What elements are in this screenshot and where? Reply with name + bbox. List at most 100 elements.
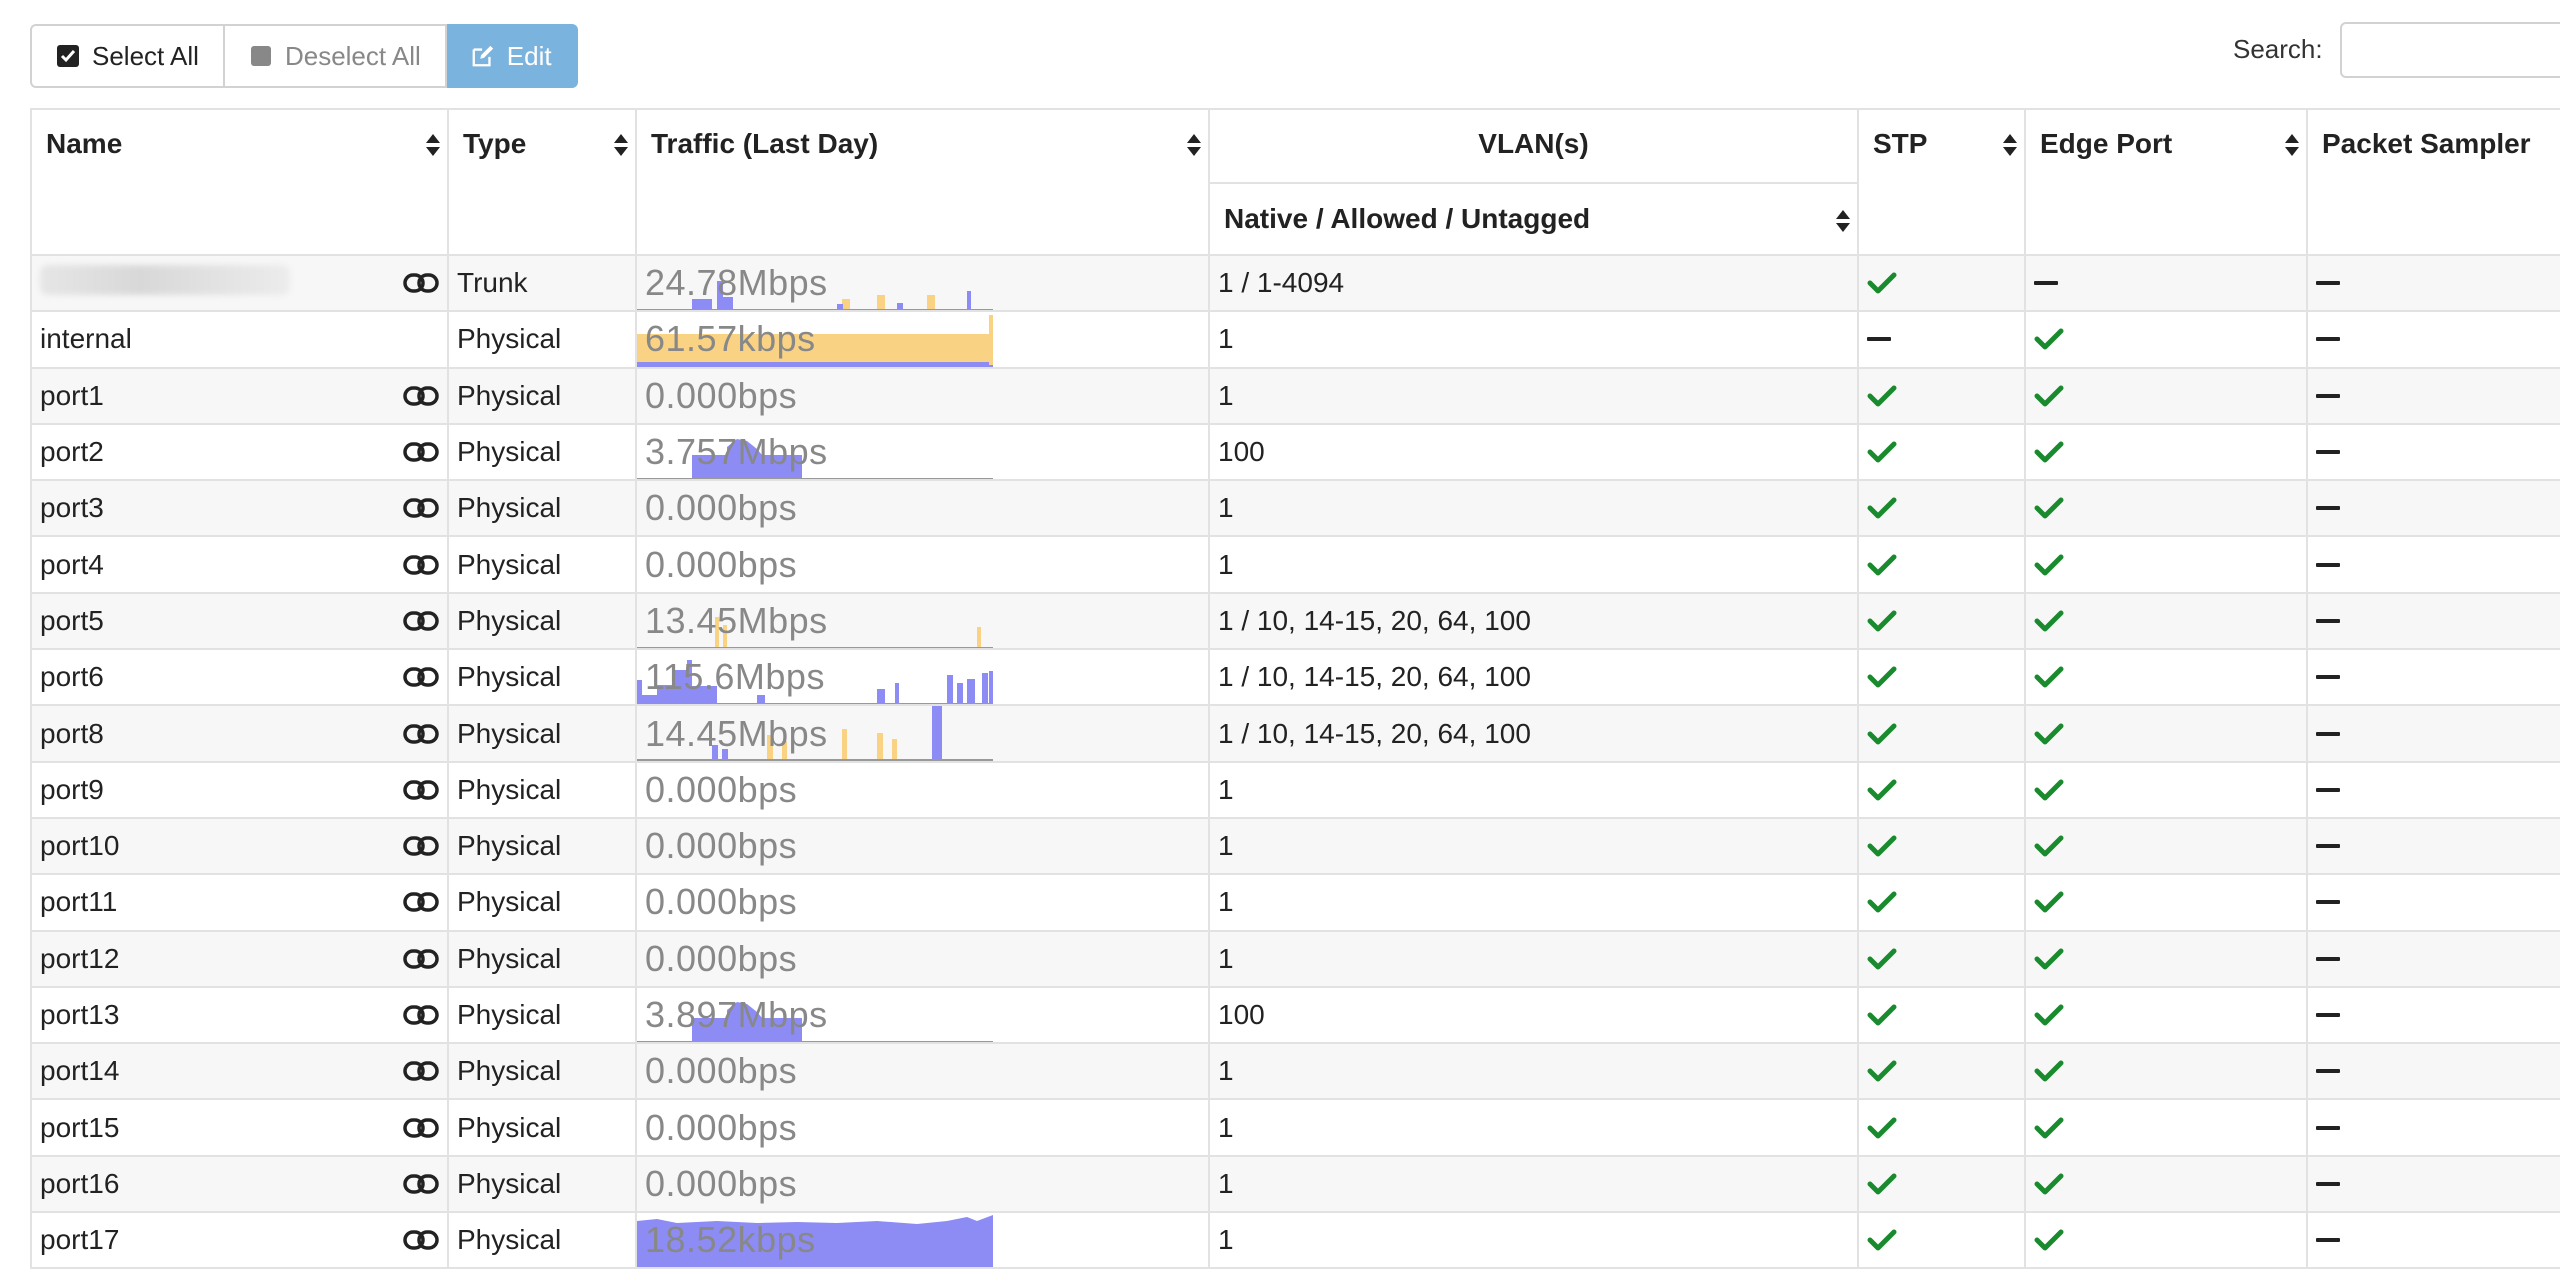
- interface-name[interactable]: port13: [40, 999, 119, 1030]
- interface-name[interactable]: port5: [40, 605, 104, 636]
- interface-name[interactable]: port12: [40, 943, 119, 974]
- table-row[interactable]: port8 Physical 14.45Mbps 1 / 10, 14-15, 20,…: [30, 704, 2560, 763]
- interface-name[interactable]: port8: [40, 718, 104, 749]
- cell-traffic: 115.6Mbps: [635, 648, 1210, 707]
- link-icon: [403, 442, 439, 462]
- interface-name[interactable]: port1: [40, 380, 104, 411]
- cell-stp: [1857, 985, 2026, 1045]
- column-header-packet-sampler[interactable]: Packet Sampler: [2306, 108, 2560, 256]
- deselect-all-button[interactable]: Deselect All: [224, 24, 447, 88]
- table-row[interactable]: internal Physical 61.57kbps 1: [30, 310, 2560, 369]
- check-icon: [2034, 723, 2064, 745]
- interface-name[interactable]: port11: [40, 886, 117, 917]
- cell-type: Physical: [447, 873, 637, 932]
- dash-icon: [2316, 450, 2340, 455]
- check-icon: [2034, 1060, 2064, 1082]
- link-icon: [403, 554, 439, 575]
- column-header-traffic[interactable]: Traffic (Last Day): [635, 108, 1210, 256]
- interface-name[interactable]: port17: [40, 1224, 119, 1255]
- check-icon: [1867, 1117, 1897, 1139]
- cell-packet-sampler: [2306, 704, 2560, 763]
- dash-icon: [2316, 506, 2340, 511]
- cell-vlans: 1: [1208, 479, 1859, 538]
- column-header-vlans-sub[interactable]: Native / Allowed / Untagged: [1208, 182, 1859, 256]
- dash-icon: [2316, 1181, 2340, 1186]
- table-row[interactable]: port10 Physical 0.000bps 1: [30, 816, 2560, 876]
- edit-label: Edit: [506, 40, 552, 71]
- cell-edge-port: [2024, 1154, 2308, 1214]
- cell-traffic: 0.000bps: [635, 873, 1210, 932]
- table-row[interactable]: port3 Physical 0.000bps 1: [30, 479, 2560, 538]
- cell-stp: [1857, 929, 2026, 988]
- cell-type: Physical: [447, 366, 637, 425]
- interface-name[interactable]: port15: [40, 1112, 119, 1143]
- cell-name: port11: [30, 873, 449, 932]
- cell-edge-port: [2024, 479, 2308, 538]
- cell-vlans: 1 / 10, 14-15, 20, 64, 100: [1208, 648, 1859, 707]
- traffic-value: 0.000bps: [645, 1106, 798, 1148]
- cell-edge-port: [2024, 816, 2308, 876]
- cell-packet-sampler: [2306, 535, 2560, 594]
- dash-icon: [2316, 787, 2340, 792]
- check-icon: [1867, 385, 1897, 407]
- check-icon: [1867, 1229, 1897, 1251]
- search-label: Search:: [2233, 34, 2323, 64]
- table-row[interactable]: port5 Physical 13.45Mbps 1 / 10, 14-15, 20,…: [30, 591, 2560, 651]
- check-icon: [2034, 441, 2064, 463]
- interface-name[interactable]: port9: [40, 774, 104, 805]
- table-row[interactable]: port6 Physical 115.6Mbps 1 / 10, 14-15, 20,…: [30, 648, 2560, 707]
- table-row[interactable]: port4 Physical 0.000bps 1: [30, 535, 2560, 594]
- table-row[interactable]: Trunk 24.78Mbps 1 / 1-4094: [30, 253, 2560, 313]
- search-input[interactable]: [2340, 22, 2560, 78]
- check-icon: [1867, 1004, 1897, 1026]
- interface-name[interactable]: internal: [40, 323, 132, 354]
- cell-packet-sampler: [2306, 1042, 2560, 1101]
- check-icon: [1867, 497, 1897, 519]
- sort-icon: [2003, 134, 2017, 156]
- table-row[interactable]: port17 Physical 18.52kbps 1: [30, 1211, 2560, 1270]
- table-row[interactable]: port16 Physical 0.000bps 1: [30, 1154, 2560, 1214]
- column-header-stp[interactable]: STP: [1857, 108, 2026, 256]
- check-icon: [2034, 891, 2064, 913]
- table-row[interactable]: port12 Physical 0.000bps 1: [30, 929, 2560, 988]
- table-row[interactable]: port2 Physical 3.757Mbps 100: [30, 422, 2560, 482]
- traffic-value: 18.52kbps: [645, 1219, 816, 1261]
- link-icon: [403, 1230, 439, 1250]
- table-row[interactable]: port11 Physical 0.000bps 1: [30, 873, 2560, 932]
- interface-name[interactable]: port6: [40, 661, 104, 692]
- interface-name[interactable]: port3: [40, 492, 104, 523]
- cell-edge-port: [2024, 760, 2308, 819]
- cell-type: Trunk: [447, 253, 637, 313]
- check-icon: [1867, 554, 1897, 576]
- link-icon: [403, 1117, 439, 1138]
- edit-button[interactable]: Edit: [446, 24, 578, 88]
- cell-type: Physical: [447, 1098, 637, 1157]
- table-row[interactable]: port13 Physical 3.897Mbps 100: [30, 985, 2560, 1045]
- cell-stp: [1857, 704, 2026, 763]
- select-all-button[interactable]: Select All: [30, 24, 225, 88]
- column-header-name[interactable]: Name: [30, 108, 449, 256]
- sort-icon: [1836, 210, 1850, 232]
- column-header-edge-port[interactable]: Edge Port: [2024, 108, 2308, 256]
- dash-icon: [2316, 1125, 2340, 1130]
- cell-stp: [1857, 422, 2026, 482]
- cell-name: port6: [30, 648, 449, 707]
- dash-icon: [2316, 281, 2340, 286]
- cell-stp: [1857, 1098, 2026, 1157]
- sort-icon: [1187, 134, 1201, 156]
- table-row[interactable]: port1 Physical 0.000bps 1: [30, 366, 2560, 425]
- table-row[interactable]: port9 Physical 0.000bps 1: [30, 760, 2560, 819]
- interface-name[interactable]: port10: [40, 830, 119, 861]
- interface-name[interactable]: port16: [40, 1168, 119, 1199]
- table-row[interactable]: port14 Physical 0.000bps 1: [30, 1042, 2560, 1101]
- interface-name[interactable]: port2: [40, 436, 104, 467]
- dash-icon: [2316, 618, 2340, 623]
- cell-stp: [1857, 760, 2026, 819]
- square-icon: [249, 44, 273, 68]
- table-row[interactable]: port15 Physical 0.000bps 1: [30, 1098, 2560, 1157]
- traffic-value: 24.78Mbps: [645, 262, 828, 304]
- column-header-type[interactable]: Type: [447, 108, 637, 256]
- interface-name[interactable]: port14: [40, 1055, 119, 1086]
- interface-name[interactable]: port4: [40, 549, 104, 580]
- dash-icon: [2034, 281, 2058, 286]
